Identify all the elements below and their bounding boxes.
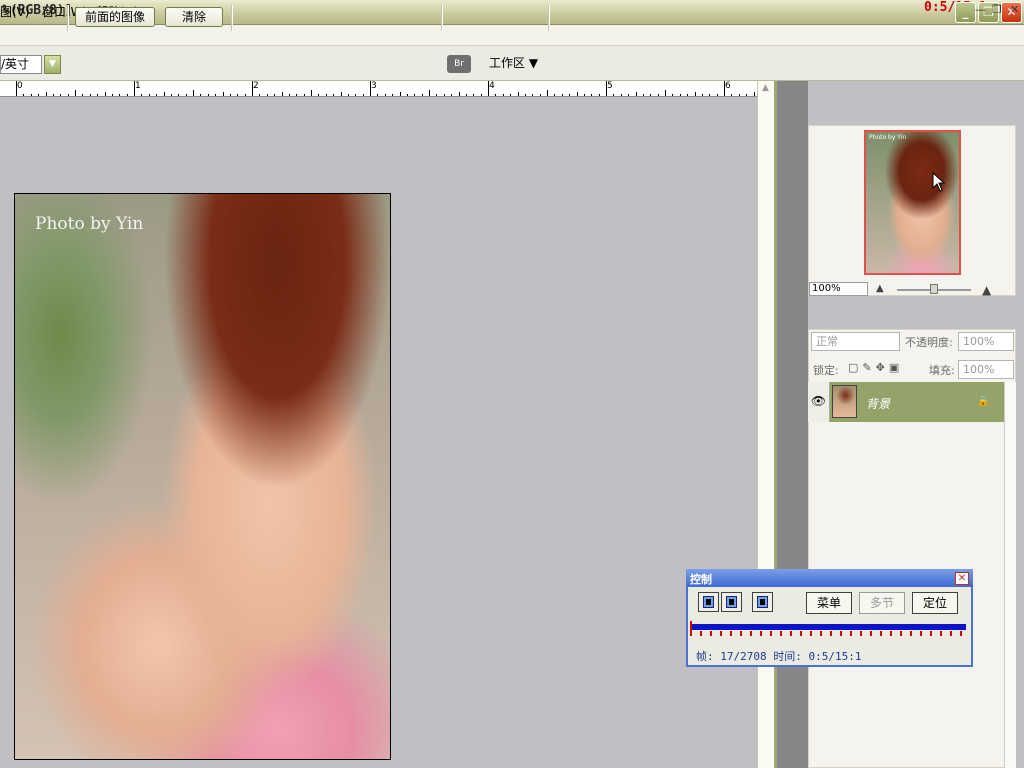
horizontal-ruler: 0 1 2 3 4 5 6 [0,81,757,97]
stop-button[interactable] [721,592,742,612]
mouse-cursor-icon [932,172,946,192]
control-close-button[interactable]: ✕ [955,572,969,585]
zoom-in-icon[interactable]: ▲ [982,283,991,297]
ruler-label: 3 [371,81,377,91]
front-image-button[interactable]: 前面的图像 [75,7,155,27]
ruler-label: 5 [607,81,613,91]
clear-button[interactable]: 清除 [165,7,223,27]
layer-thumbnail [832,385,857,418]
progress-ticks [690,631,966,636]
doc-restore-button[interactable]: ❐ [992,3,1002,16]
doc-minimize-button[interactable]: — [975,3,986,16]
thumbnail-watermark: Photo by Yin [869,134,907,141]
toolbar-divider [441,5,443,31]
blend-mode-select[interactable]: 正常 [811,332,900,351]
menu-button[interactable]: 菜单 [806,592,852,614]
lock-label: 锁定: [813,364,839,377]
opacity-label: 不透明度: [905,336,953,349]
toolbar-divider [231,5,233,31]
ruler-label: 1 [135,81,141,91]
unit-select[interactable]: /英寸 [0,55,42,74]
layer-name[interactable]: 背景 [866,395,890,412]
toolbar-divider [67,5,69,31]
navigator-thumbnail[interactable]: Photo by Yin [864,130,961,275]
pause-button[interactable] [698,592,719,612]
menu-view[interactable]: 图(V) [0,3,30,20]
lock-icons[interactable]: ▢✎✥▣ [848,361,903,374]
fill-field[interactable]: 100% [958,360,1014,379]
portrait-photo: Photo by Yin [14,193,391,760]
layers-scrollbar[interactable] [1004,382,1016,768]
ruler-label: 2 [253,81,259,91]
zoom-out-icon[interactable]: ▲ [876,283,884,294]
chevron-down-icon[interactable]: ▼ [44,55,61,74]
ruler-label: 4 [489,81,495,91]
playback-status: 帧: 17/2708 时间: 0:5/15:1 [696,650,862,663]
section-button[interactable]: 多节 [859,592,905,614]
zoom-field[interactable]: 100% [809,282,868,296]
scroll-up-arrow-icon[interactable]: ▲ [758,83,773,97]
doc-close-button[interactable]: ✕ [1010,3,1019,16]
toolbar-divider [548,5,550,31]
photo-watermark: Photo by Yin [35,214,144,234]
minimize-button[interactable]: _ [955,2,976,23]
fill-label: 填充: [929,364,955,377]
step-forward-icon [757,596,768,608]
lock-icon: 🔒 [977,396,990,407]
pause-icon [703,596,714,608]
step-forward-button[interactable] [752,592,773,612]
bridge-icon[interactable]: Br [447,55,471,73]
eye-icon[interactable]: 👁 [808,382,830,422]
locate-button[interactable]: 定位 [912,592,958,614]
playback-progress-bar[interactable] [690,624,966,630]
menu-bar [0,25,1024,46]
ruler-label: 0 [17,81,23,91]
opacity-field[interactable]: 100% [958,332,1014,351]
workspace-menu[interactable]: 工作区 ▼ [489,54,538,71]
control-title-bar[interactable] [686,569,973,587]
stop-icon [726,596,737,608]
ruler-ticks [16,81,755,96]
zoom-slider-thumb[interactable] [930,284,938,294]
ruler-label: 6 [725,81,731,91]
control-title: 控制 [690,573,712,586]
